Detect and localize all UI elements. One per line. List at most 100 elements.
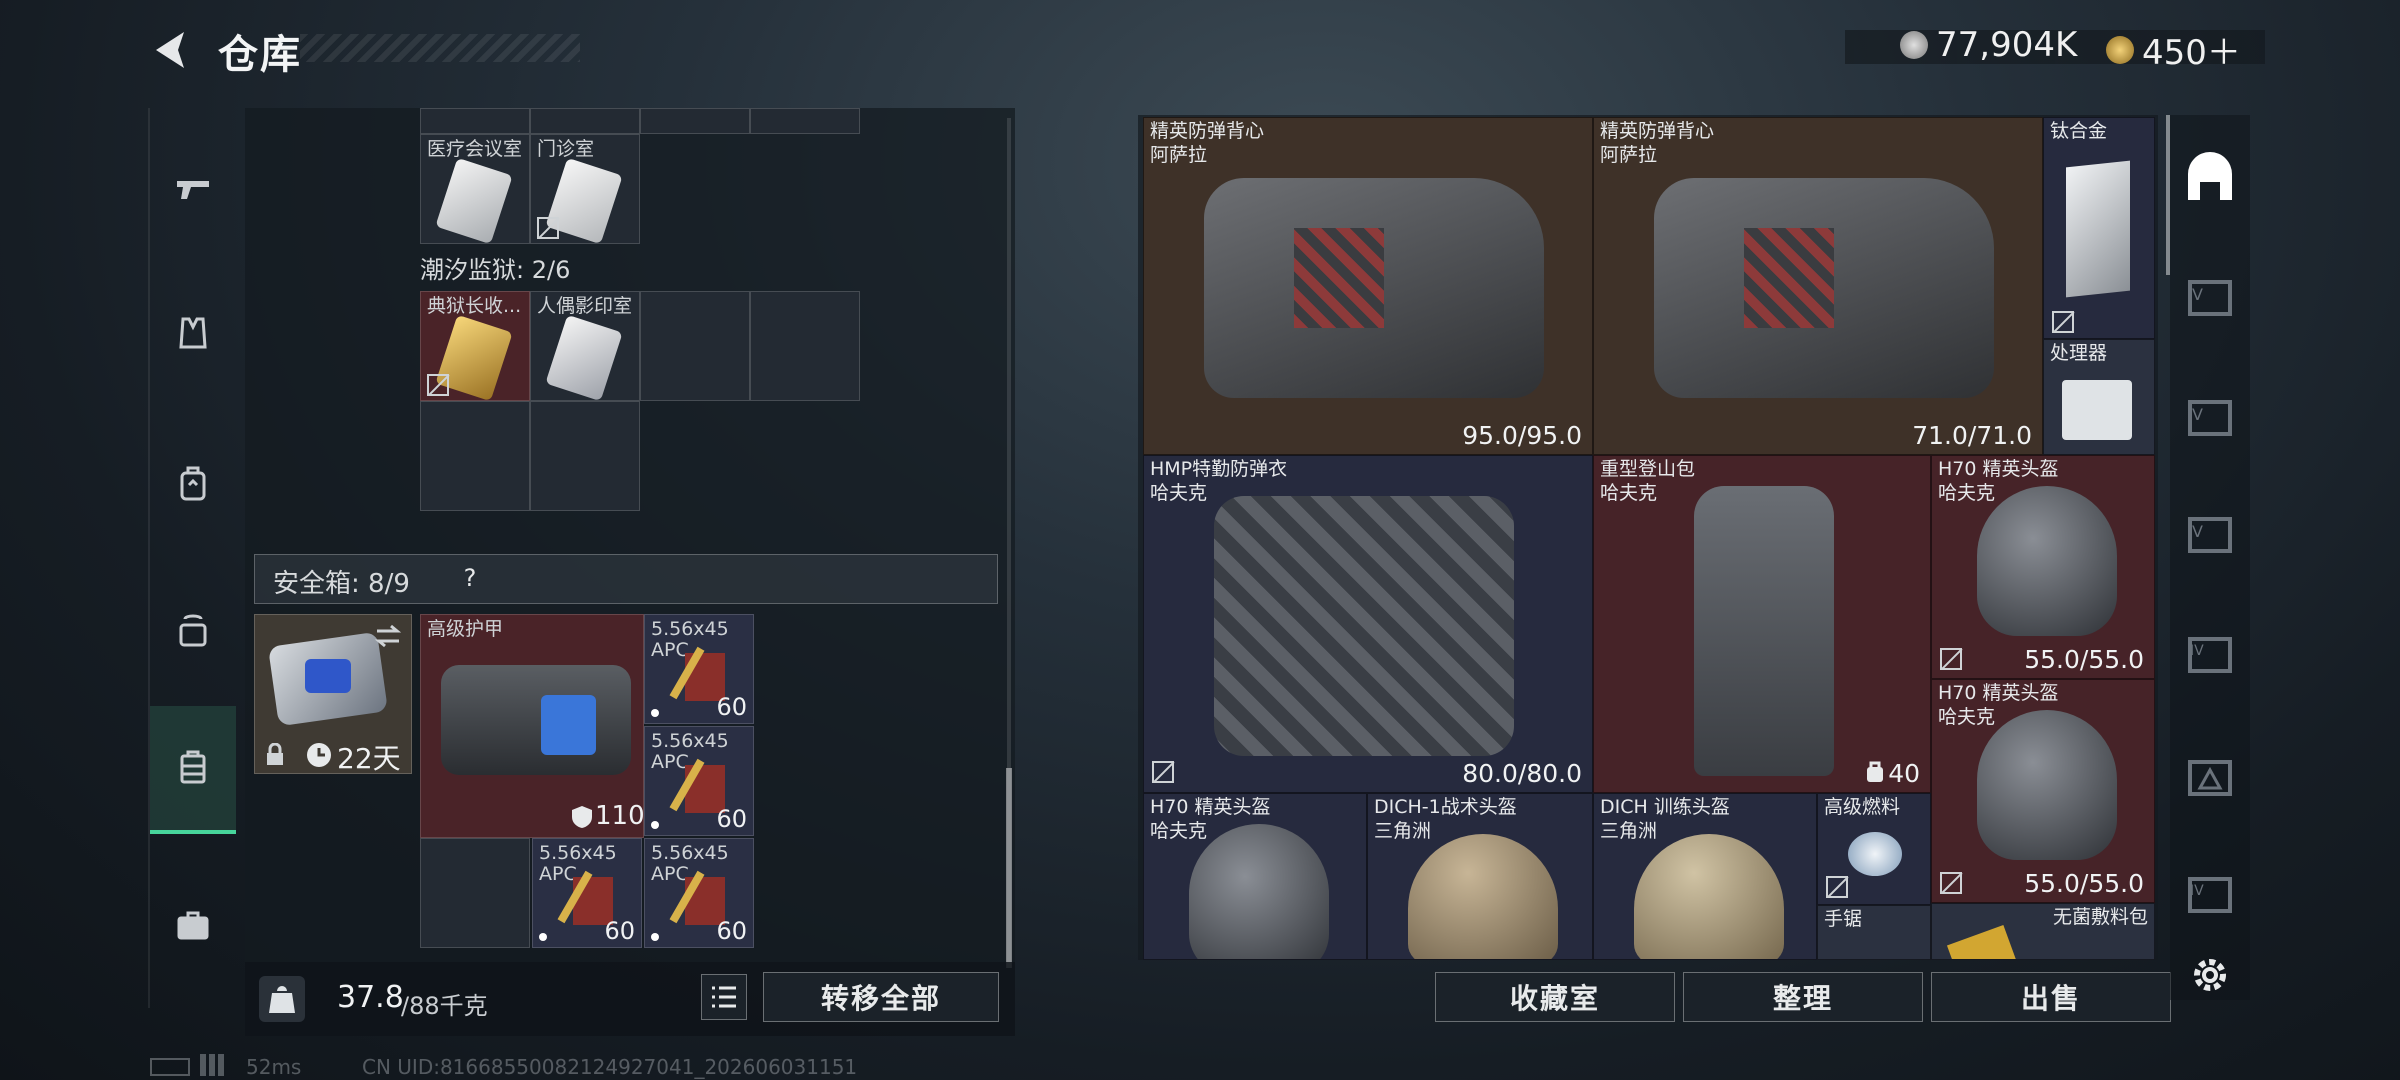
keycard-label: 典狱长收... [427, 296, 522, 317]
sterile-dressing-item[interactable]: 无菌敷料包 [1931, 903, 2155, 960]
item-name: 高级燃料 [1824, 796, 1901, 818]
nav-chest-rig[interactable] [150, 588, 236, 674]
safebox-icon [180, 750, 206, 784]
keycard-slot[interactable]: 人偶影印室 [530, 291, 640, 402]
transfer-all-button[interactable]: 转移全部 [763, 972, 999, 1022]
processor-item[interactable]: 处理器 [2043, 339, 2155, 455]
no-lock-icon [537, 217, 559, 239]
ammo-item[interactable]: 5.56x45 APC 60 [644, 838, 754, 948]
item-brand: 三角洲 [1600, 820, 1658, 842]
armor-vest-image [1214, 496, 1514, 756]
silver-currency[interactable]: 77,904K [1900, 25, 2077, 65]
armor-bag-image [441, 665, 631, 775]
stash-cell[interactable] [420, 108, 530, 134]
h70-helmet-item[interactable]: H70 精英头盔 哈夫克 55.0/55.0 [1931, 455, 2155, 679]
chest-rig-icon [179, 614, 207, 647]
uid-text: CN UID:81668550082124927041_202606031151 [362, 1055, 858, 1079]
backpack-icon [180, 466, 206, 501]
ammo-count: 60 [716, 693, 747, 721]
dich1-helmet-item[interactable]: DICH-1战术头盔 三角洲 [1367, 793, 1593, 960]
stash-tab-g-icon[interactable] [2180, 748, 2240, 808]
ammo-item[interactable]: 5.56x45 APC 60 [532, 838, 642, 948]
h70-helmet-item[interactable]: H70 精英头盔 哈夫克 [1143, 793, 1367, 960]
empty-slot[interactable] [420, 838, 530, 948]
prison-section-label: 潮汐监狱: 2/6 [420, 256, 571, 284]
weight-bar: 37.8 /88千克 转移全部 [245, 962, 1015, 1036]
item-name: HMP特勤防弹衣 [1150, 458, 1288, 480]
swap-icon[interactable] [373, 623, 403, 649]
item-name: 手锯 [1824, 908, 1863, 930]
stash-tab-iv-icon[interactable]: IV [2180, 625, 2240, 685]
keycard-slot-empty[interactable] [640, 291, 750, 401]
item-brand: 哈夫克 [1938, 482, 1996, 504]
stash-cell[interactable] [640, 108, 750, 134]
keycard-image [545, 314, 623, 402]
stash-cell[interactable] [530, 108, 640, 134]
collection-room-button[interactable]: 收藏室 [1435, 972, 1675, 1022]
stash-tab-iv-icon[interactable]: IV [2180, 865, 2240, 925]
advanced-fuel-item[interactable]: 高级燃料 [1817, 793, 1931, 905]
elite-vest-item[interactable]: 精英防弹背心 阿萨拉 95.0/95.0 [1143, 117, 1593, 455]
stash-tab-v-icon[interactable]: V [2180, 388, 2240, 448]
keycard-slot-empty[interactable] [420, 401, 530, 511]
stash-tab-v-icon[interactable]: V [2180, 268, 2240, 328]
stash-tab-v-icon[interactable]: V [2180, 505, 2240, 565]
item-name: 无菌敷料包 [2052, 906, 2148, 928]
durability: 55.0/55.0 [2024, 645, 2144, 674]
no-lock-icon [1940, 648, 1962, 670]
titanium-item[interactable]: 钛合金 [2043, 117, 2155, 339]
nav-armor[interactable] [150, 290, 236, 376]
durability: 71.0/71.0 [1912, 421, 2032, 450]
keycard-slot[interactable]: 典狱长收... [420, 291, 530, 402]
ammo-item[interactable]: 5.56x45 APC 60 [644, 614, 754, 724]
help-icon[interactable]: ? [453, 561, 487, 595]
svg-text:IV: IV [2190, 643, 2204, 659]
no-lock-icon [1152, 761, 1174, 783]
keycard-slot-empty[interactable] [530, 401, 640, 511]
list-icon [712, 986, 736, 1008]
elite-vest-item[interactable]: 精英防弹背心 阿萨拉 71.0/71.0 [1593, 117, 2043, 455]
item-brand: 哈夫克 [1150, 482, 1208, 504]
list-view-button[interactable] [701, 974, 747, 1020]
back-arrow-icon[interactable] [150, 28, 194, 72]
stash-home-icon[interactable] [2180, 150, 2240, 210]
durability: 95.0/95.0 [1462, 421, 1582, 450]
weight-icon-frame [259, 976, 305, 1022]
gold-currency[interactable]: 450＋ [2106, 25, 2241, 74]
svg-text:V: V [2192, 522, 2203, 541]
svg-text:V: V [2192, 285, 2203, 304]
nav-backpack[interactable] [150, 440, 236, 526]
vest-pattern [1744, 228, 1834, 328]
safebox-container[interactable]: 22天 [254, 614, 412, 775]
ammo-item[interactable]: 5.56x45 APC 60 [644, 726, 754, 836]
hmp-armor-item[interactable]: HMP特勤防弹衣 哈夫克 80.0/80.0 [1143, 455, 1593, 793]
dot-icon [651, 709, 659, 717]
sell-button[interactable]: 出售 [1931, 972, 2171, 1022]
signal-icon [200, 1054, 234, 1076]
armor-plate-image [541, 695, 596, 755]
item-brand: 三角洲 [1374, 820, 1432, 842]
keycard-slot-empty[interactable] [750, 291, 860, 401]
item-brand: 哈夫克 [1938, 706, 1996, 728]
safebox-emblem [305, 659, 351, 693]
nav-safebox[interactable] [150, 706, 236, 834]
keycard-slot[interactable]: 门诊室 [530, 134, 640, 245]
keycard-label: 人偶影印室 [537, 296, 633, 317]
item-name: 钛合金 [2050, 120, 2108, 142]
svg-text:IV: IV [2190, 883, 2204, 899]
silver-coin-icon [1900, 31, 1928, 59]
organize-button[interactable]: 整理 [1683, 972, 1923, 1022]
keycard-slot[interactable]: 医疗会议室 [420, 134, 530, 245]
heavy-backpack-item[interactable]: 重型登山包 哈夫克 40 [1593, 455, 1931, 793]
nav-briefcase[interactable] [150, 882, 236, 968]
settings-gear-icon[interactable] [2190, 955, 2230, 995]
stash-scrollbar[interactable] [1006, 768, 1012, 968]
dich-training-helmet-item[interactable]: DICH 训练头盔 三角洲 [1593, 793, 1817, 960]
h70-helmet-item[interactable]: H70 精英头盔 哈夫克 55.0/55.0 [1931, 679, 2155, 903]
stash-cell[interactable] [750, 108, 860, 134]
ping-text: 52ms [246, 1055, 302, 1079]
advanced-armor-item[interactable]: 高级护甲 110 [420, 614, 645, 838]
hand-saw-item[interactable]: 手锯 [1817, 905, 1931, 960]
nav-gun[interactable] [150, 146, 236, 232]
item-brand: 哈夫克 [1600, 482, 1658, 504]
